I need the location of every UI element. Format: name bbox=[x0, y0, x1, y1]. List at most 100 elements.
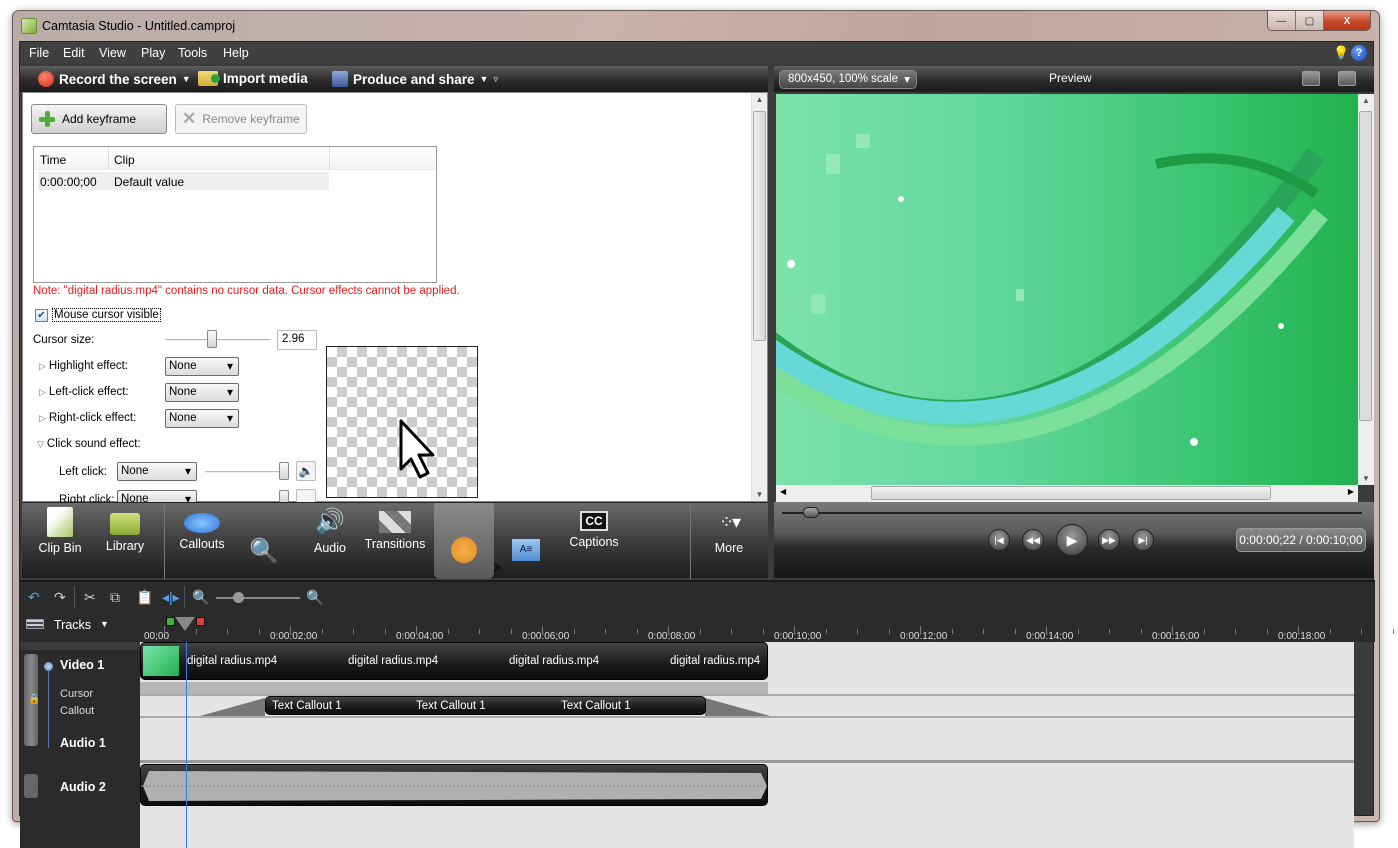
video-clip[interactable]: digital radius.mp4 digital radius.mp4 di… bbox=[140, 642, 768, 680]
scroll-thumb[interactable] bbox=[1359, 111, 1372, 421]
scroll-thumb[interactable] bbox=[871, 486, 1271, 500]
click-sound-effect-label[interactable]: ▽ Click sound effect: bbox=[37, 438, 141, 450]
left-click-volume-thumb[interactable] bbox=[279, 462, 289, 480]
highlight-effect-label[interactable]: ▷ Highlight effect: bbox=[39, 360, 128, 372]
column-header-time[interactable]: Time bbox=[40, 153, 66, 167]
zoom-out-icon[interactable]: 🔍 bbox=[192, 589, 209, 606]
cursor-track-bar[interactable] bbox=[140, 682, 768, 694]
copy-icon[interactable]: ⧉ bbox=[110, 589, 120, 606]
tab-zoom-n-pan[interactable]: 🔍 Zoom-n- Pan bbox=[234, 503, 309, 615]
lightbulb-icon[interactable]: 💡 bbox=[1333, 45, 1349, 60]
add-keyframe-button[interactable]: Add keyframe bbox=[31, 104, 167, 134]
lock-icon[interactable] bbox=[24, 774, 38, 798]
audio-clip[interactable] bbox=[140, 764, 769, 806]
ruler-tick bbox=[542, 626, 543, 634]
cursor-size-slider-thumb[interactable] bbox=[207, 330, 218, 348]
highlight-effect-dropdown[interactable]: None bbox=[165, 357, 239, 376]
menu-tools[interactable]: Tools bbox=[178, 46, 207, 60]
tab-transitions[interactable]: Transitions bbox=[360, 503, 430, 579]
tracks-menu[interactable]: Tracks bbox=[54, 618, 91, 632]
menu-edit[interactable]: Edit bbox=[63, 46, 85, 60]
preview-vertical-scrollbar[interactable]: ▲ ▼ bbox=[1358, 94, 1374, 485]
left-click-volume-slider[interactable] bbox=[205, 471, 285, 473]
track-label-audio-1[interactable]: Audio 1 bbox=[60, 736, 106, 750]
preview-scale-dropdown[interactable]: 800x450, 100% scale bbox=[779, 70, 917, 89]
track-label-cursor[interactable]: Cursor bbox=[60, 688, 93, 700]
menu-play[interactable]: Play bbox=[141, 46, 165, 60]
track-label-audio-2[interactable]: Audio 2 bbox=[60, 780, 106, 794]
speaker-icon[interactable]: 🔈 bbox=[296, 461, 316, 481]
title-clips-icon: A≡ bbox=[512, 539, 540, 561]
help-icon[interactable]: ? bbox=[1351, 45, 1367, 61]
chevron-down-icon[interactable]: ▼ bbox=[100, 619, 109, 629]
timeline-zoom-slider[interactable] bbox=[216, 597, 300, 599]
speaker-icon[interactable] bbox=[296, 489, 316, 503]
skip-to-start-button[interactable]: |◀ bbox=[988, 529, 1010, 551]
remove-keyframe-button[interactable]: ✕ Remove keyframe bbox=[175, 104, 307, 134]
mouse-cursor-visible-checkbox[interactable]: ✔ Mouse cursor visible bbox=[35, 308, 161, 322]
track-label-callout[interactable]: Callout bbox=[60, 705, 94, 717]
ruler-tick bbox=[699, 629, 701, 634]
cursor-size-input[interactable]: 2.96 bbox=[277, 330, 317, 350]
table-row[interactable]: 0:00:00;00 Default value bbox=[38, 172, 329, 190]
column-header-clip[interactable]: Clip bbox=[114, 153, 135, 167]
timeline-zoom-thumb[interactable] bbox=[233, 592, 244, 603]
tab-library[interactable]: Library bbox=[94, 503, 156, 579]
close-button[interactable]: X bbox=[1324, 11, 1370, 30]
tab-title-clips[interactable]: A≡ Title Clips bbox=[500, 503, 552, 609]
video-preview[interactable] bbox=[776, 94, 1358, 485]
split-icon[interactable]: ◂|▸ bbox=[162, 589, 180, 606]
tab-clip-bin[interactable]: Clip Bin bbox=[30, 503, 90, 579]
fast-forward-button[interactable]: ▶▶ bbox=[1098, 529, 1120, 551]
ruler-tick bbox=[290, 626, 291, 634]
left-click-effect-dropdown[interactable]: None bbox=[165, 383, 239, 402]
playhead-handle[interactable] bbox=[175, 617, 195, 631]
paste-icon[interactable]: 📋 bbox=[136, 589, 153, 606]
menu-help[interactable]: Help bbox=[223, 46, 249, 60]
tab-captions[interactable]: CC Captions bbox=[562, 503, 626, 579]
menu-file[interactable]: File bbox=[29, 46, 49, 60]
import-media-button[interactable]: Import media bbox=[198, 71, 308, 86]
overflow-icon[interactable]: ▿ bbox=[493, 74, 498, 85]
skip-to-end-button[interactable]: ▶| bbox=[1132, 529, 1154, 551]
record-screen-button[interactable]: Record the screen ▼ bbox=[38, 71, 191, 87]
fullscreen-icon[interactable] bbox=[1302, 71, 1320, 86]
right-click-effect-dropdown[interactable]: None bbox=[165, 409, 239, 428]
menu-view[interactable]: View bbox=[99, 46, 126, 60]
timeline-ruler[interactable]: Tracks ▼ 00;00 0:00:02;00 0:00:04;00 0:00:0… bbox=[20, 612, 1394, 642]
minimize-button[interactable]: — bbox=[1268, 11, 1296, 30]
timeline-tracks[interactable]: digital radius.mp4 digital radius.mp4 di… bbox=[140, 642, 1354, 848]
undo-icon[interactable]: ↶ bbox=[28, 589, 40, 606]
redo-icon[interactable]: ↷ bbox=[54, 589, 66, 606]
checkbox-checked[interactable]: ✔ bbox=[35, 308, 48, 322]
tab-cursor-effects[interactable]: ➤ Cursor Effects bbox=[434, 503, 503, 611]
track-label-video-1[interactable]: Video 1 bbox=[60, 658, 104, 672]
callout-clip[interactable]: Text Callout 1 Text Callout 1 Text Callo… bbox=[265, 696, 706, 715]
detach-preview-icon[interactable] bbox=[1338, 71, 1356, 86]
playback-scrubber[interactable] bbox=[782, 512, 1362, 514]
ruler-label: 0:00:18;00 bbox=[1278, 631, 1326, 642]
left-click-effect-label[interactable]: ▷ Left-click effect: bbox=[39, 386, 129, 398]
right-click-effect-label[interactable]: ▷ Right-click effect: bbox=[39, 412, 136, 424]
selection-start-handle[interactable] bbox=[166, 617, 175, 626]
tab-callouts[interactable]: Callouts bbox=[172, 503, 232, 579]
selection-end-handle[interactable] bbox=[196, 617, 205, 626]
cursor-size-slider[interactable] bbox=[165, 339, 270, 341]
scrubber-thumb[interactable] bbox=[803, 507, 820, 518]
more-button[interactable]: ⁘▾ More bbox=[698, 503, 760, 579]
ruler-label: 0:00:16;00 bbox=[1152, 631, 1200, 642]
left-click-sound-dropdown[interactable]: None bbox=[117, 462, 197, 481]
panel-vertical-scrollbar[interactable]: ▲ ▼ bbox=[751, 93, 767, 501]
maximize-button[interactable]: ▢ bbox=[1296, 11, 1324, 30]
scroll-thumb[interactable] bbox=[753, 111, 766, 341]
play-button[interactable]: ▶ bbox=[1056, 524, 1088, 556]
tab-audio[interactable]: 🔊 Audio bbox=[302, 503, 358, 579]
produce-share-button[interactable]: Produce and share ▼ ▿ bbox=[332, 71, 498, 87]
clip-thumbnail bbox=[143, 646, 179, 676]
cut-icon[interactable]: ✂ bbox=[84, 589, 96, 606]
rewind-button[interactable]: ◀◀ bbox=[1022, 529, 1044, 551]
zoom-in-icon[interactable]: 🔍 bbox=[306, 589, 323, 606]
lock-icon[interactable]: 🔒 bbox=[28, 694, 40, 705]
ruler-tick bbox=[951, 629, 953, 634]
preview-horizontal-scrollbar[interactable]: ◀ ▶ bbox=[776, 485, 1358, 502]
